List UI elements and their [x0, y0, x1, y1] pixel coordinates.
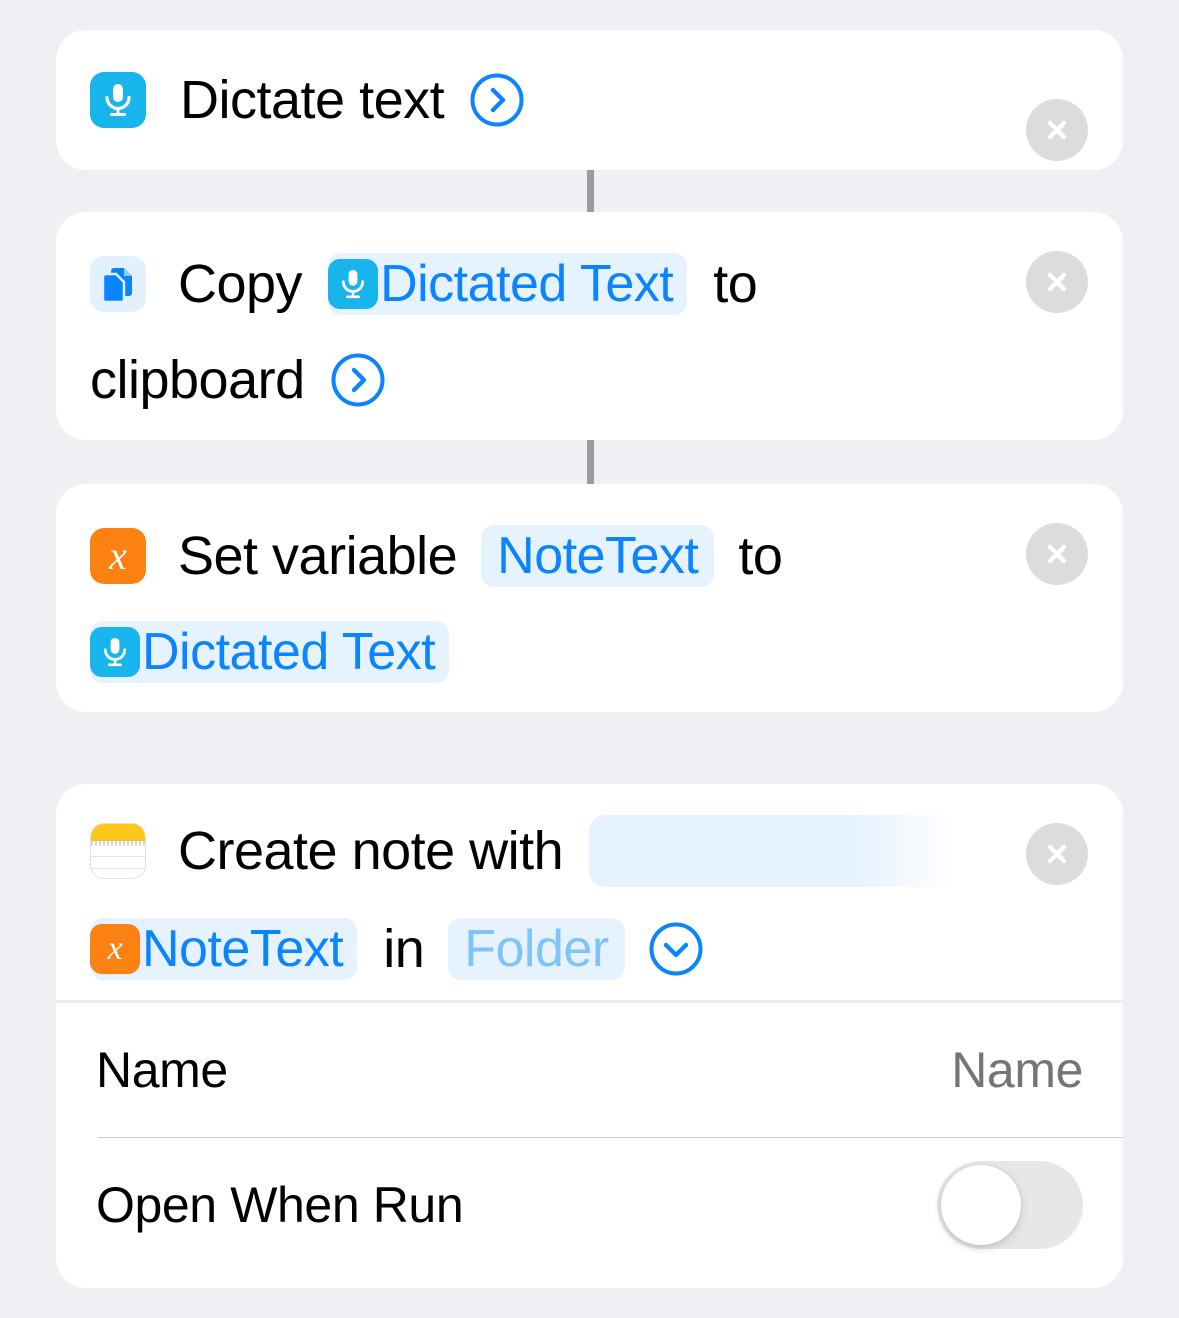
- variable-icon: x: [90, 924, 140, 974]
- close-button-create-note[interactable]: [1026, 823, 1088, 885]
- notes-icon-perforation: [91, 841, 145, 846]
- step-connector-1: [587, 166, 594, 214]
- action-text-in: in: [383, 919, 425, 979]
- close-button-set-variable[interactable]: [1026, 523, 1088, 585]
- toggle-knob: [941, 1165, 1021, 1245]
- close-button-dictate-text[interactable]: [1026, 99, 1088, 161]
- folder-picker-token[interactable]: Folder: [448, 918, 625, 980]
- action-title-dictate-text: Dictate text: [180, 70, 445, 130]
- shortcut-editor-canvas: Dictate text Copy Dictated Text to clipb…: [0, 0, 1179, 1318]
- action-title-copy: Copy: [178, 254, 303, 314]
- variable-token-label: NoteText: [497, 527, 699, 585]
- microphone-icon: [328, 259, 379, 309]
- action-card-dictate-text[interactable]: Dictate text: [56, 30, 1123, 170]
- open-when-run-toggle[interactable]: [937, 1161, 1083, 1249]
- notes-icon-rule: [91, 868, 145, 869]
- action-text-to: to: [738, 526, 783, 586]
- variable-icon: x: [90, 528, 146, 584]
- notes-icon-header-band: [91, 824, 145, 841]
- action-text-to: to: [713, 254, 758, 314]
- step-connector-2: [587, 438, 594, 486]
- variable-token-notetext[interactable]: NoteText: [481, 525, 715, 587]
- copy-icon: [90, 256, 146, 312]
- folder-picker-label: Folder: [464, 920, 609, 978]
- chevron-down-circle-icon[interactable]: [647, 920, 705, 978]
- chevron-right-circle-icon[interactable]: [329, 351, 387, 409]
- variable-token-notetext[interactable]: x NoteText: [90, 918, 358, 980]
- microphone-icon: [90, 627, 140, 677]
- parameter-label-name: Name: [96, 1042, 228, 1098]
- notes-icon: [90, 823, 146, 879]
- variable-token-dictated-text[interactable]: Dictated Text: [328, 253, 688, 315]
- parameter-label-open-when-run: Open When Run: [96, 1177, 464, 1233]
- notes-icon-rule: [91, 856, 145, 857]
- action-card-create-note[interactable]: Create note with x NoteText in Folder Na…: [56, 784, 1123, 1288]
- variable-token-dictated-text[interactable]: Dictated Text: [90, 621, 450, 683]
- name-input[interactable]: [563, 1041, 1083, 1099]
- action-title-set-variable: Set variable: [178, 526, 458, 586]
- variable-token-label: Dictated Text: [380, 255, 674, 313]
- parameter-row-open-when-run[interactable]: Open When Run: [56, 1138, 1123, 1272]
- action-title-create-note: Create note with: [178, 821, 564, 881]
- variable-token-label: NoteText: [142, 920, 344, 978]
- chevron-right-circle-icon[interactable]: [468, 71, 526, 129]
- action-card-copy-to-clipboard[interactable]: Copy Dictated Text to clipboard: [56, 212, 1123, 440]
- note-body-field[interactable]: [589, 815, 958, 887]
- parameter-row-name[interactable]: Name: [56, 1003, 1123, 1137]
- close-button-copy[interactable]: [1026, 251, 1088, 313]
- action-text-clipboard: clipboard: [90, 350, 305, 410]
- microphone-icon: [90, 72, 146, 128]
- variable-token-label: Dictated Text: [142, 623, 436, 681]
- action-card-set-variable[interactable]: x Set variable NoteText to Dictated Text: [56, 484, 1123, 712]
